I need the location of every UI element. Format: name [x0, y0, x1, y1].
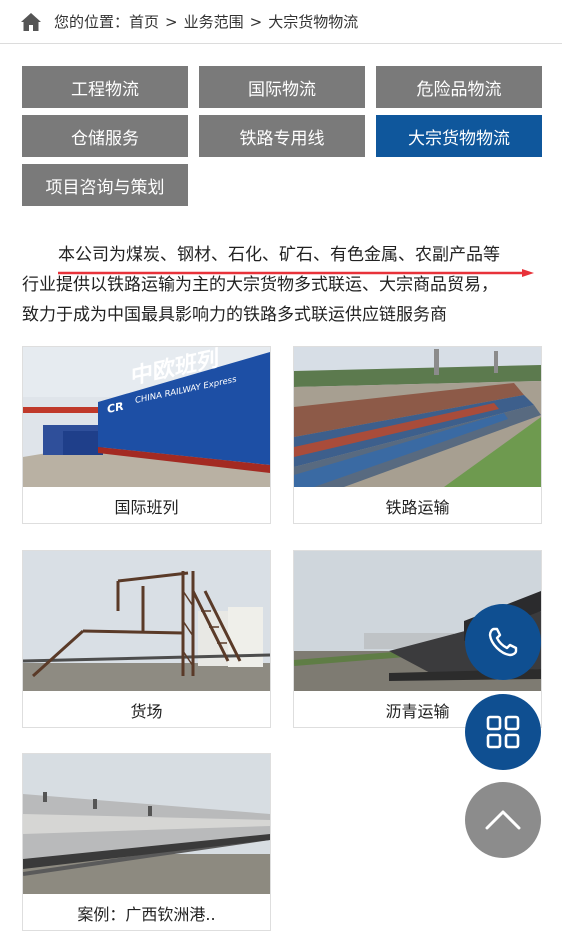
- breadcrumb-home-link[interactable]: 首页: [129, 11, 159, 32]
- breadcrumb-section-link[interactable]: 业务范围: [184, 11, 244, 32]
- breadcrumb-separator: >: [165, 12, 178, 31]
- breadcrumb-prefix: 您的位置：: [54, 13, 130, 31]
- freight-yard-image: [23, 551, 270, 691]
- intro-line: 致力于成为中国最具影响力的铁路多式联运供应链服务商: [22, 305, 447, 325]
- category-hazardous-logistics[interactable]: 危险品物流: [376, 66, 542, 108]
- category-railway-siding[interactable]: 铁路专用线: [199, 115, 365, 157]
- case-study-image: [23, 754, 270, 894]
- card-case-guangxi-qinzhou[interactable]: 案例：广西钦洲港..: [22, 753, 271, 931]
- red-underline-arrow: [58, 269, 534, 277]
- intro-text: 本公司为煤炭、钢材、石化、矿石、有色金属、农副产品等 行业提供以铁路运输为主的大…: [22, 240, 542, 330]
- chevron-up-icon: [485, 810, 521, 830]
- breadcrumb: 您的位置： 首页 > 业务范围 > 大宗货物物流: [0, 0, 562, 44]
- card-railway-transport[interactable]: 铁路运输: [293, 346, 542, 524]
- category-engineering-logistics[interactable]: 工程物流: [22, 66, 188, 108]
- card-international-train[interactable]: 中欧班列 CHINA RAILWAY Express CR 国际班列: [22, 346, 271, 524]
- back-to-top-button[interactable]: [465, 782, 541, 858]
- home-icon: [21, 12, 41, 31]
- breadcrumb-current: 大宗货物物流: [268, 13, 359, 31]
- international-train-image: 中欧班列 CHINA RAILWAY Express CR: [23, 347, 270, 487]
- phone-icon: [488, 627, 518, 657]
- menu-grid-button[interactable]: [465, 694, 541, 770]
- card-caption: 铁路运输: [385, 497, 450, 517]
- intro-line: 本公司为煤炭、钢材、石化、矿石、有色金属、农副产品等: [58, 245, 500, 265]
- card-caption: 国际班列: [114, 497, 179, 517]
- category-bulk-cargo-logistics[interactable]: 大宗货物物流: [376, 115, 542, 157]
- phone-button[interactable]: [465, 604, 541, 680]
- railway-transport-image: [294, 347, 541, 487]
- category-warehousing[interactable]: 仓储服务: [22, 115, 188, 157]
- card-caption: 案例：广西钦洲港..: [77, 904, 216, 924]
- grid-menu-icon: [486, 715, 520, 749]
- breadcrumb-separator: >: [249, 12, 263, 31]
- category-consulting-planning[interactable]: 项目咨询与策划: [22, 164, 188, 206]
- category-international-logistics[interactable]: 国际物流: [199, 66, 365, 108]
- card-caption: 货场: [130, 701, 163, 721]
- card-freight-yard[interactable]: 货场: [22, 550, 271, 728]
